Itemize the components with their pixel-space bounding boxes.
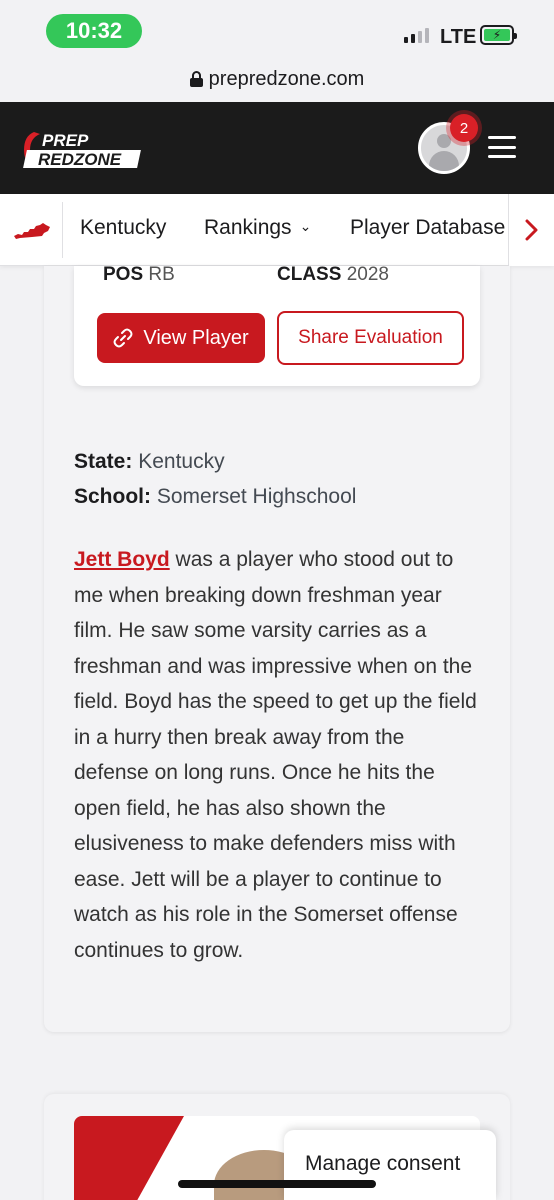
class-meta: CLASS 2028 — [277, 264, 389, 286]
nav-item-kentucky[interactable]: Kentucky — [80, 216, 166, 240]
status-time: 10:32 — [46, 14, 142, 48]
status-bar: 10:32 LTE ⚡ — [0, 0, 554, 56]
home-indicator — [178, 1180, 376, 1188]
lock-icon — [189, 71, 203, 87]
link-icon — [113, 328, 133, 348]
nav-item-player-database[interactable]: Player Database — [350, 216, 505, 240]
nav-item-rankings-label: Rankings — [204, 216, 292, 239]
school-label: School: — [74, 485, 151, 508]
state-label: State: — [74, 450, 133, 473]
manage-consent-button[interactable]: Manage consent — [284, 1130, 496, 1200]
signal-icon — [404, 28, 429, 43]
battery-icon: ⚡ — [480, 25, 517, 45]
prep-redzone-logo[interactable]: PREP REDZONE — [20, 126, 150, 174]
logo-text-redzone: REDZONE — [38, 150, 122, 169]
logo-text-prep: PREP — [42, 131, 89, 150]
school-value: Somerset Highschool — [156, 485, 357, 508]
chevron-right-icon — [525, 219, 537, 241]
nav-scroll-right-button[interactable] — [508, 194, 554, 266]
chevron-down-icon: ⌄ — [299, 218, 312, 234]
state-value: Kentucky — [138, 450, 225, 473]
position-meta: POS RB — [103, 264, 175, 286]
charging-bolt-icon: ⚡ — [492, 28, 502, 42]
notification-badge[interactable]: 2 — [450, 114, 478, 142]
view-player-button[interactable]: View Player — [97, 313, 265, 363]
class-value: 2028 — [346, 264, 389, 285]
position-label: POS — [103, 264, 144, 285]
view-player-label: View Player — [143, 326, 249, 349]
position-value: RB — [148, 264, 175, 285]
share-evaluation-button[interactable]: Share Evaluation — [277, 311, 464, 365]
evaluation-text: Jett Boyd was a player who stood out to … — [74, 542, 484, 968]
nav-divider — [62, 202, 63, 258]
kentucky-state-icon — [14, 223, 50, 239]
carrier-label: LTE — [440, 26, 477, 48]
url-text: prepredzone.com — [208, 67, 365, 90]
evaluation-body: was a player who stood out to me when br… — [74, 548, 477, 962]
class-label: CLASS — [277, 264, 342, 285]
school-info: School: Somerset Highschool — [74, 485, 356, 509]
menu-hamburger-icon[interactable] — [488, 136, 516, 158]
nav-item-rankings[interactable]: Rankings ⌄ — [204, 216, 311, 240]
address-bar[interactable]: prepredzone.com — [0, 56, 554, 102]
state-info: State: Kentucky — [74, 450, 225, 474]
player-name-link[interactable]: Jett Boyd — [74, 548, 170, 571]
